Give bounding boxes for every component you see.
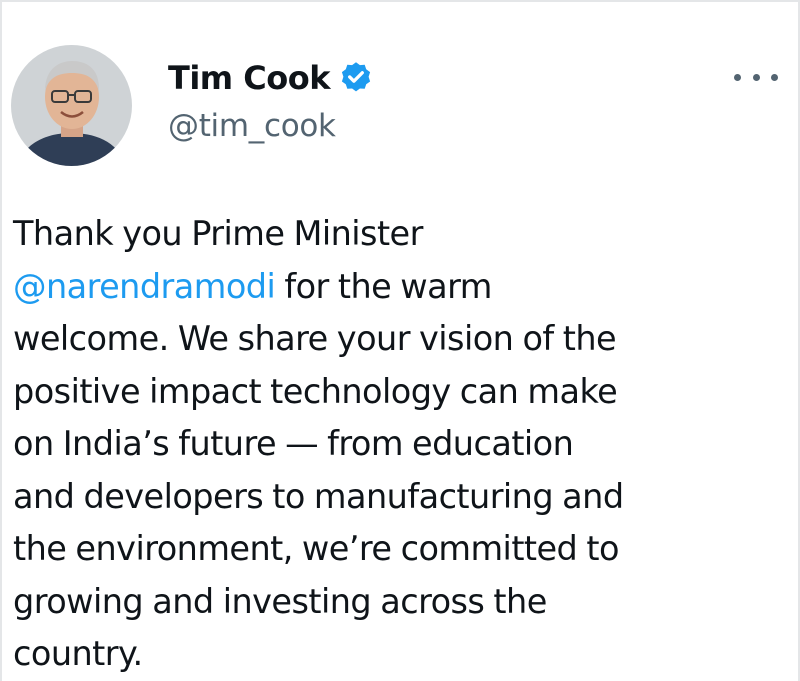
tweet-line: country. bbox=[13, 634, 143, 673]
mention-link[interactable]: @narendramodi bbox=[13, 267, 276, 306]
tweet-line: on India’s future — from education bbox=[13, 424, 574, 463]
tweet-text: Thank you Prime Minister @narendramodi f… bbox=[13, 208, 788, 681]
tweet-line: and developers to manufacturing and bbox=[13, 476, 624, 516]
more-dot-icon bbox=[734, 73, 741, 81]
tweet-line: growing and investing across the bbox=[13, 581, 547, 621]
tweet-line: welcome. We share your vision of the bbox=[13, 319, 617, 358]
author-display-name[interactable]: Tim Cook bbox=[168, 59, 331, 97]
more-options-button[interactable] bbox=[734, 62, 778, 92]
avatar-image bbox=[11, 45, 132, 166]
more-dot-icon bbox=[771, 73, 778, 81]
verified-badge-icon bbox=[338, 60, 374, 96]
author-name-row: Tim Cook bbox=[168, 56, 374, 100]
tweet-line-text: for the warm bbox=[275, 266, 492, 306]
tweet-line: positive impact technology can make bbox=[13, 371, 618, 411]
author-handle[interactable]: @tim_cook bbox=[168, 108, 336, 144]
more-dot-icon bbox=[752, 73, 760, 81]
tweet-line-with-mention: @narendramodi for the warm bbox=[13, 261, 788, 314]
avatar[interactable] bbox=[11, 45, 132, 166]
tweet-line: the environment, we’re committed to bbox=[13, 529, 619, 568]
tweet-card: Tim Cook @tim_cook Thank you Prime Minis… bbox=[0, 0, 800, 681]
tweet-line: Thank you Prime Minister bbox=[13, 214, 423, 253]
